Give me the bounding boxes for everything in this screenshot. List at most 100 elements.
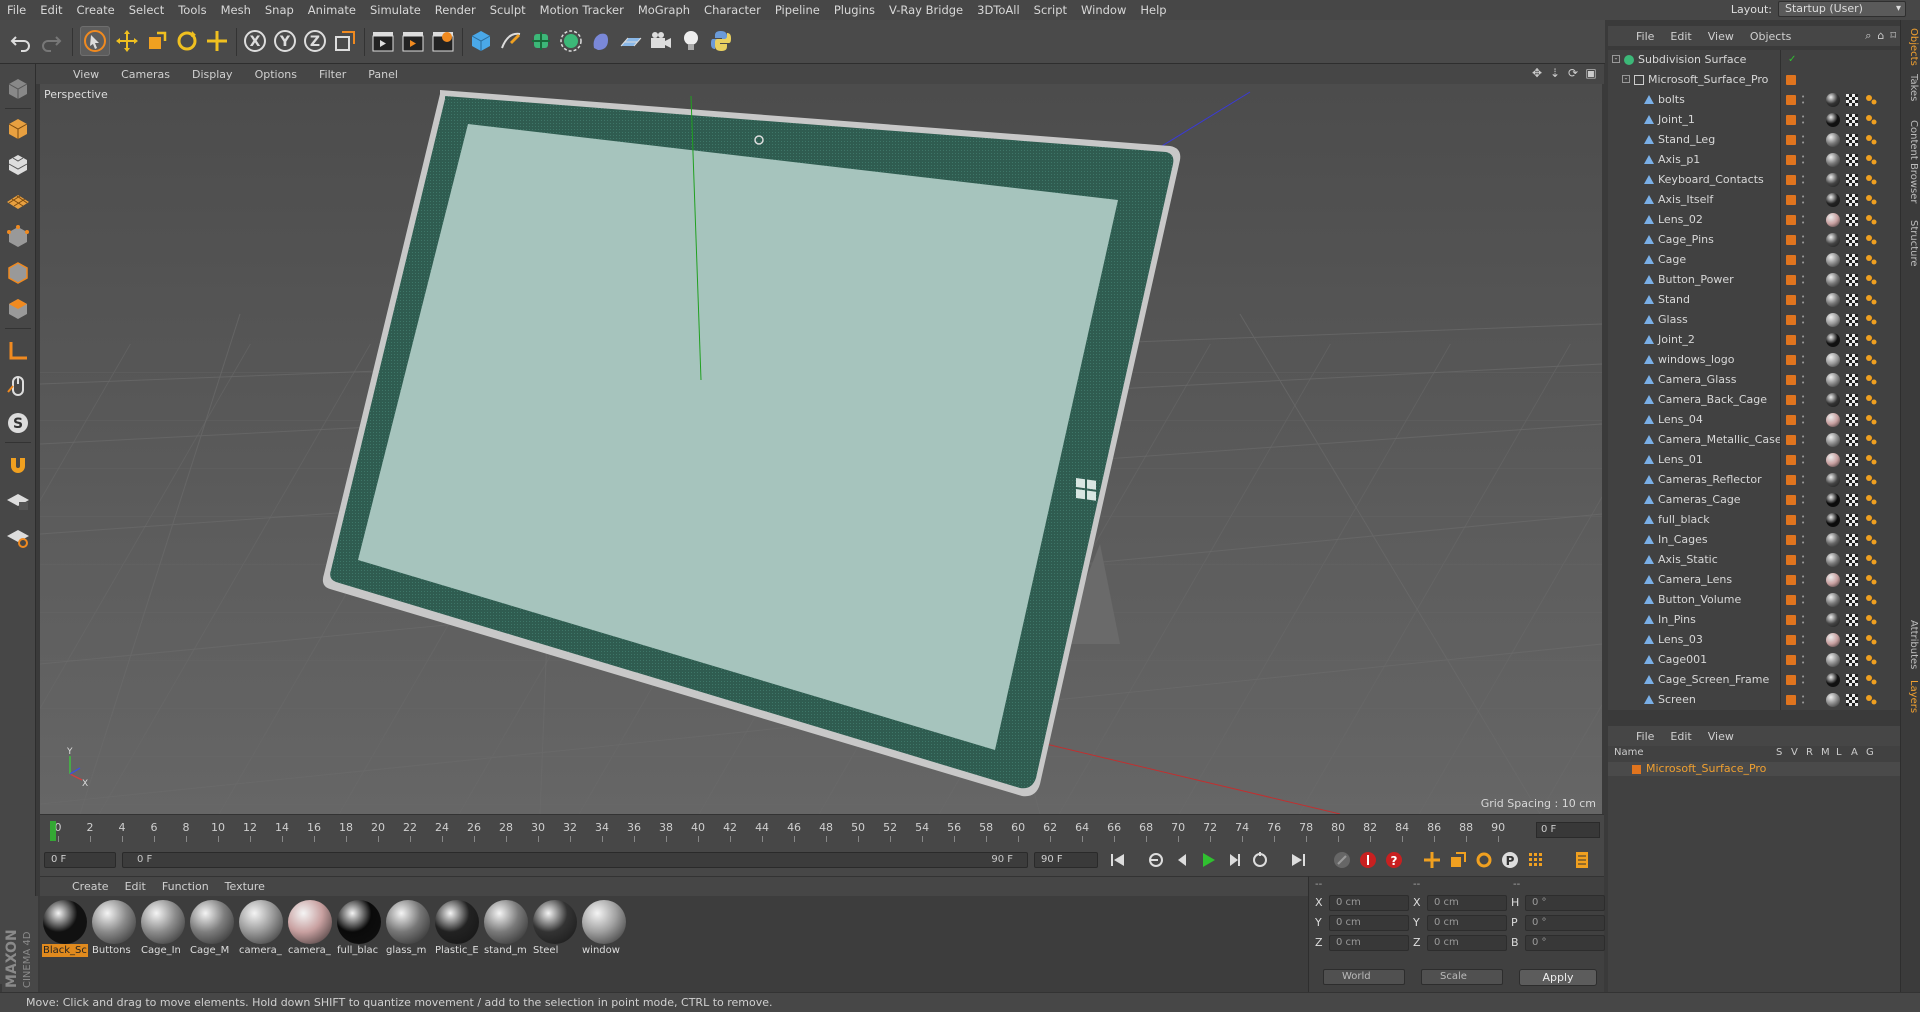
material-swatch[interactable]: Cage_M [189, 900, 235, 958]
toggle-layout-icon[interactable]: ▣ [1584, 66, 1598, 80]
layer-color-icon[interactable] [1786, 75, 1796, 85]
visibility-dots-icon[interactable]: • • [1801, 414, 1805, 427]
uvw-tag-icon[interactable] [1846, 274, 1858, 286]
layer-color-icon[interactable] [1786, 195, 1796, 205]
material-tag-icon[interactable] [1826, 373, 1840, 387]
polygons-mode-icon[interactable] [3, 294, 33, 324]
uvw-tag-icon[interactable] [1846, 634, 1858, 646]
object-row[interactable]: Cameras_Cage • • [1608, 490, 1900, 510]
phong-tag-icon[interactable] [1864, 513, 1878, 527]
phong-tag-icon[interactable] [1864, 633, 1878, 647]
material-tag-icon[interactable] [1826, 573, 1840, 587]
uvw-tag-icon[interactable] [1846, 554, 1858, 566]
visibility-dots-icon[interactable]: • • [1801, 294, 1805, 307]
workplane-lock-icon[interactable] [3, 486, 33, 516]
material-tag-icon[interactable] [1826, 173, 1840, 187]
menu-select[interactable]: Select [122, 0, 171, 20]
material-swatch[interactable]: Plastic_E [434, 900, 480, 958]
om-menu-objects[interactable]: Objects [1742, 30, 1800, 43]
side-tab-attributes[interactable]: Attributes [1903, 620, 1919, 669]
material-tag-icon[interactable] [1826, 553, 1840, 567]
side-tab-structure[interactable]: Structure [1903, 220, 1919, 267]
object-row[interactable]: Screen • • [1608, 690, 1900, 710]
uvw-tag-icon[interactable] [1846, 314, 1858, 326]
phong-tag-icon[interactable] [1864, 313, 1878, 327]
key-scale-icon[interactable] [1446, 849, 1470, 871]
phong-tag-icon[interactable] [1864, 573, 1878, 587]
key-parameter-icon[interactable]: P [1498, 849, 1522, 871]
phong-tag-icon[interactable] [1864, 133, 1878, 147]
x-axis-lock-icon[interactable]: X [240, 26, 270, 56]
cube-primitive-icon[interactable] [466, 26, 496, 56]
phong-tag-icon[interactable] [1864, 553, 1878, 567]
record-help-icon[interactable]: ? [1382, 849, 1406, 871]
light-icon[interactable] [676, 26, 706, 56]
visibility-dots-icon[interactable]: • • [1801, 194, 1805, 207]
uvw-tag-icon[interactable] [1846, 354, 1858, 366]
menu-snap[interactable]: Snap [258, 0, 301, 20]
object-row[interactable]: windows_logo • • [1608, 350, 1900, 370]
menu-motion-tracker[interactable]: Motion Tracker [533, 0, 631, 20]
coord-value-field[interactable]: 0 ° [1525, 915, 1605, 931]
material-tag-icon[interactable] [1826, 633, 1840, 647]
phong-tag-icon[interactable] [1864, 393, 1878, 407]
end-frame-field[interactable]: 90 F [1034, 852, 1098, 868]
enabled-check-icon[interactable]: ✓ [1788, 54, 1796, 65]
next-frame-icon[interactable] [1222, 849, 1246, 871]
edges-mode-icon[interactable] [3, 258, 33, 288]
menu-mograph[interactable]: MoGraph [631, 0, 697, 20]
lm-menu-view[interactable]: View [1700, 730, 1742, 743]
visibility-dots-icon[interactable]: • • [1801, 674, 1805, 687]
uvw-tag-icon[interactable] [1846, 534, 1858, 546]
coord-value-field[interactable]: 0 ° [1525, 935, 1605, 951]
uvw-tag-icon[interactable] [1846, 154, 1858, 166]
phong-tag-icon[interactable] [1864, 293, 1878, 307]
layer-color-icon[interactable] [1786, 555, 1796, 565]
om-menu-file[interactable]: File [1628, 30, 1662, 43]
start-frame-field[interactable]: 0 F [44, 852, 116, 868]
uvw-tag-icon[interactable] [1846, 194, 1858, 206]
material-tag-icon[interactable] [1826, 653, 1840, 667]
om-menu-edit[interactable]: Edit [1662, 30, 1699, 43]
uvw-tag-icon[interactable] [1846, 454, 1858, 466]
material-tag-icon[interactable] [1826, 273, 1840, 287]
material-tag-icon[interactable] [1826, 333, 1840, 347]
collapse-icon[interactable]: - [1622, 75, 1630, 83]
material-tag-icon[interactable] [1826, 233, 1840, 247]
om-search-icon[interactable]: ⌕ [1865, 29, 1871, 43]
phong-tag-icon[interactable] [1864, 453, 1878, 467]
object-row[interactable]: Button_Power • • [1608, 270, 1900, 290]
phong-tag-icon[interactable] [1864, 433, 1878, 447]
material-swatch[interactable]: glass_m [385, 900, 431, 958]
layer-color-icon[interactable] [1786, 295, 1796, 305]
uvw-tag-icon[interactable] [1846, 674, 1858, 686]
lm-menu-file[interactable]: File [1628, 730, 1662, 743]
om-bookmark-icon[interactable]: ⌑ [1890, 29, 1896, 43]
prev-frame-icon[interactable] [1170, 849, 1194, 871]
layer-color-icon[interactable] [1786, 575, 1796, 585]
object-row[interactable]: In_Pins • • [1608, 610, 1900, 630]
goto-start-icon[interactable] [1106, 849, 1130, 871]
material-tag-icon[interactable] [1826, 493, 1840, 507]
visibility-dots-icon[interactable]: • • [1801, 94, 1805, 107]
visibility-dots-icon[interactable]: • • [1801, 134, 1805, 147]
phong-tag-icon[interactable] [1864, 253, 1878, 267]
collapse-icon[interactable]: - [1612, 55, 1620, 63]
layer-color-icon[interactable] [1786, 215, 1796, 225]
uvw-tag-icon[interactable] [1846, 114, 1858, 126]
layer-color-icon[interactable] [1786, 235, 1796, 245]
object-row[interactable]: Joint_2 • • [1608, 330, 1900, 350]
coordinate-space-dropdown[interactable]: World [1323, 969, 1405, 985]
render-picture-viewer-icon[interactable] [398, 26, 428, 56]
visibility-dots-icon[interactable]: • • [1801, 574, 1805, 587]
coord-value-field[interactable]: 0 ° [1525, 895, 1605, 911]
select-tool-icon[interactable] [80, 26, 110, 56]
object-row[interactable]: Axis_Itself • • [1608, 190, 1900, 210]
material-swatch[interactable]: Buttons [91, 900, 137, 958]
visibility-dots-icon[interactable]: • • [1801, 534, 1805, 547]
material-tag-icon[interactable] [1826, 473, 1840, 487]
object-row[interactable]: Stand_Leg • • [1608, 130, 1900, 150]
layer-color-icon[interactable] [1786, 415, 1796, 425]
material-tag-icon[interactable] [1826, 513, 1840, 527]
layer-color-icon[interactable] [1786, 375, 1796, 385]
